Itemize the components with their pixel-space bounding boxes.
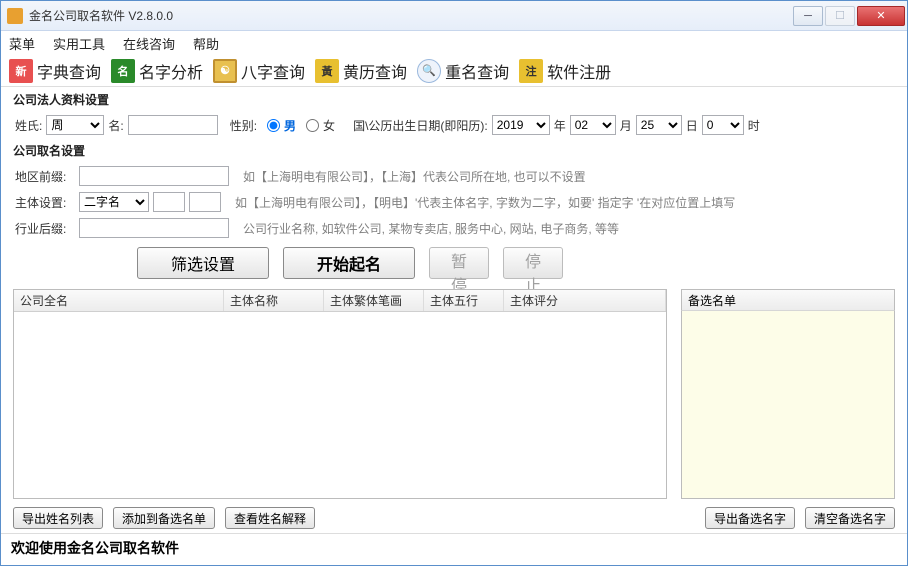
- gender-label: 性别:: [230, 117, 257, 134]
- toolbar: 新字典查询 名名字分析 ☯八字查询 黃黄历查询 🔍重名查询 注软件注册: [1, 55, 907, 87]
- suffix-input[interactable]: [79, 218, 229, 238]
- tool-register[interactable]: 注软件注册: [519, 59, 611, 83]
- givenname-input[interactable]: [128, 115, 218, 135]
- legal-group-title: 公司法人资料设置: [13, 91, 895, 108]
- maximize-button[interactable]: ☐: [825, 6, 855, 26]
- tool-huangli[interactable]: 黃黄历查询: [315, 59, 407, 83]
- statusbar: 欢迎使用金名公司取名软件: [1, 533, 907, 562]
- body-label: 主体设置:: [15, 194, 75, 211]
- start-button[interactable]: 开始起名: [283, 247, 415, 279]
- surname-label: 姓氏:: [15, 117, 42, 134]
- body-char2-input[interactable]: [189, 192, 221, 212]
- prefix-input[interactable]: [79, 166, 229, 186]
- body-select[interactable]: 二字名: [79, 192, 149, 212]
- bagua-icon: ☯: [213, 59, 237, 83]
- col-bodyname[interactable]: 主体名称: [224, 290, 324, 311]
- body-hint: 如【上海明电有限公司】，【明电】'代表主体名字, 字数为二字，如要' 指定字 '…: [235, 194, 735, 211]
- month-select[interactable]: 02: [570, 115, 616, 135]
- female-label: 女: [323, 117, 335, 134]
- gender-female-radio[interactable]: [306, 119, 319, 132]
- menu-item[interactable]: 帮助: [193, 34, 219, 53]
- export-list-button[interactable]: 导出姓名列表: [13, 507, 103, 529]
- suffix-hint: 公司行业名称, 如软件公司, 某物专卖店, 服务中心, 网站, 电子商务, 等等: [243, 220, 619, 237]
- export-candidates-button[interactable]: 导出备选名字: [705, 507, 795, 529]
- col-strokes[interactable]: 主体繁体笔画: [324, 290, 424, 311]
- body-char1-input[interactable]: [153, 192, 185, 212]
- app-window: 金名公司取名软件 V2.8.0.0 ─ ☐ ✕ 菜单 实用工具 在线咨询 帮助 …: [0, 0, 908, 566]
- minimize-button[interactable]: ─: [793, 6, 823, 26]
- tool-name-analysis[interactable]: 名名字分析: [111, 59, 203, 83]
- day-select[interactable]: 25: [636, 115, 682, 135]
- menu-item[interactable]: 菜单: [9, 34, 35, 53]
- close-button[interactable]: ✕: [857, 6, 905, 26]
- stop-button[interactable]: 停止: [503, 247, 563, 279]
- legal-row: 姓氏: 周 名: 性别: 男 女 国\公历出生日期(即阳历): 2019 年 0…: [1, 112, 907, 138]
- menu-item[interactable]: 在线咨询: [123, 34, 175, 53]
- search-icon: 🔍: [417, 59, 441, 83]
- calendar-icon: 黃: [315, 59, 339, 83]
- surname-select[interactable]: 周: [46, 115, 104, 135]
- col-wuxing[interactable]: 主体五行: [424, 290, 504, 311]
- candidates-title: 备选名单: [681, 289, 895, 311]
- year-select[interactable]: 2019: [492, 115, 550, 135]
- menu-item[interactable]: 实用工具: [53, 34, 105, 53]
- naming-group-title: 公司取名设置: [13, 142, 895, 159]
- menubar: 菜单 实用工具 在线咨询 帮助: [1, 31, 907, 55]
- titlebar: 金名公司取名软件 V2.8.0.0 ─ ☐ ✕: [1, 1, 907, 31]
- candidates-list[interactable]: [681, 311, 895, 499]
- dictionary-icon: 新: [9, 59, 33, 83]
- birth-label: 国\公历出生日期(即阳历):: [353, 117, 488, 134]
- filter-button[interactable]: 筛选设置: [137, 247, 269, 279]
- view-meaning-button[interactable]: 查看姓名解释: [225, 507, 315, 529]
- clear-candidates-button[interactable]: 清空备选名字: [805, 507, 895, 529]
- givenname-label: 名:: [108, 117, 123, 134]
- pause-button[interactable]: 暂停: [429, 247, 489, 279]
- results-table[interactable]: 公司全名 主体名称 主体繁体笔画 主体五行 主体评分: [13, 289, 667, 499]
- register-icon: 注: [519, 59, 543, 83]
- add-candidate-button[interactable]: 添加到备选名单: [113, 507, 215, 529]
- tool-bazi[interactable]: ☯八字查询: [213, 59, 305, 83]
- suffix-label: 行业后缀:: [15, 220, 75, 237]
- name-icon: 名: [111, 59, 135, 83]
- tool-dictionary[interactable]: 新字典查询: [9, 59, 101, 83]
- col-score[interactable]: 主体评分: [504, 290, 666, 311]
- prefix-hint: 如【上海明电有限公司】，【上海】代表公司所在地, 也可以不设置: [243, 168, 586, 185]
- male-label: 男: [284, 117, 296, 134]
- window-title: 金名公司取名软件 V2.8.0.0: [29, 7, 793, 24]
- hour-select[interactable]: 0: [702, 115, 744, 135]
- app-icon: [7, 8, 23, 24]
- col-fullname[interactable]: 公司全名: [14, 290, 224, 311]
- gender-male-radio[interactable]: [267, 119, 280, 132]
- prefix-label: 地区前缀:: [15, 168, 75, 185]
- tool-repeat-name[interactable]: 🔍重名查询: [417, 59, 509, 83]
